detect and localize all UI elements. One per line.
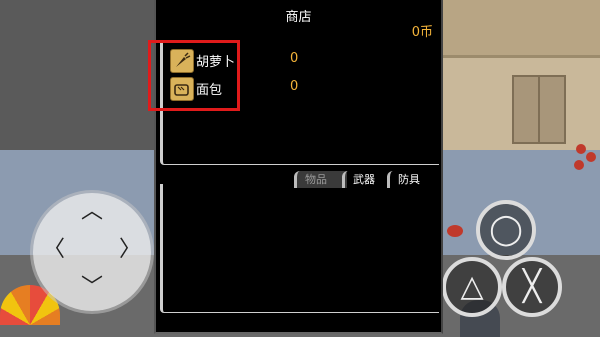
triangle-icon: △	[460, 269, 484, 304]
house-roof	[440, 0, 600, 58]
selection-highlight	[148, 40, 240, 111]
circle-icon: ◯	[489, 212, 523, 247]
dpad-down-icon[interactable]: ﹀	[81, 277, 103, 299]
item-quantity: 0	[290, 51, 299, 66]
circle-button[interactable]: ◯	[476, 200, 536, 260]
dpad-left-icon[interactable]: 〈	[43, 239, 65, 261]
virtual-dpad[interactable]: ︿ ﹀ 〈 〉	[33, 193, 151, 311]
house-door	[512, 75, 566, 144]
cross-icon: ╳	[522, 269, 542, 304]
item-quantity: 0	[290, 79, 299, 94]
coin-balance: 0币	[411, 25, 433, 40]
triangle-button[interactable]: △	[442, 257, 502, 317]
dpad-up-icon[interactable]: ︿	[81, 201, 103, 223]
shop-title: 商店	[285, 10, 312, 25]
house-building	[440, 0, 600, 150]
detail-pane	[160, 184, 439, 313]
dpad-right-icon[interactable]: 〉	[119, 239, 141, 261]
cross-button[interactable]: ╳	[502, 257, 562, 317]
red-item-on-ground	[447, 225, 463, 237]
red-flower-decoration	[570, 140, 600, 180]
